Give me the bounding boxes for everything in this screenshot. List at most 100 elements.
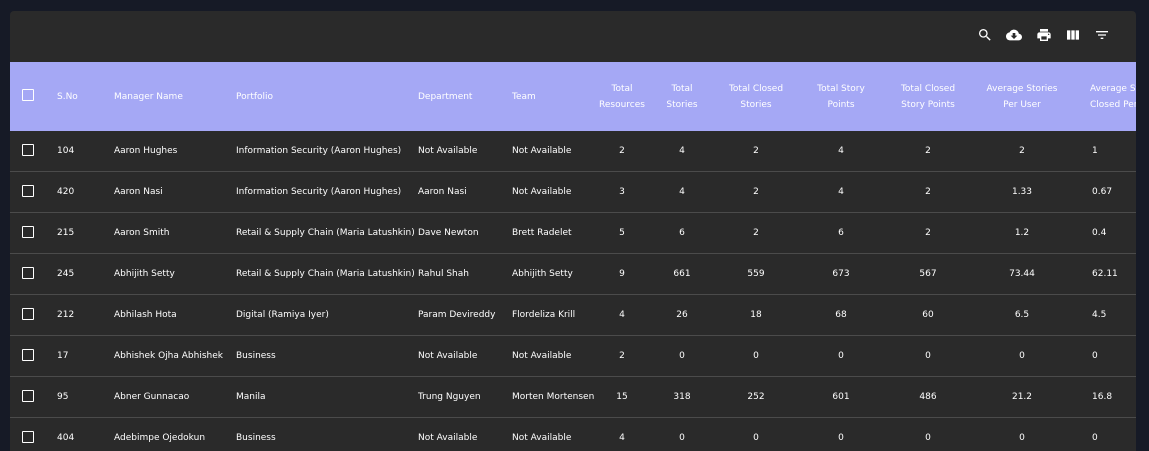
cell-total-closed-stories: 0: [753, 433, 759, 443]
table-row[interactable]: 17 Abhishek Ojha Abhishek Business Not A…: [10, 336, 1136, 377]
column-header-sno[interactable]: S.No: [57, 62, 78, 131]
cell-total-closed-story-points: 2: [925, 187, 931, 197]
table-row[interactable]: 212 Abhilash Hota Digital (Ramiya Iyer) …: [10, 295, 1136, 336]
cell-average-stories-closed-per-user: 16.8: [1092, 392, 1113, 402]
column-header-total-closed-stories[interactable]: Total Closed Stories: [722, 62, 790, 131]
column-header-total-story-points[interactable]: Total Story Points: [806, 62, 876, 131]
filter-list-icon: [1096, 31, 1108, 39]
cell-average-stories-per-user: 21.2: [1011, 392, 1033, 402]
cell-sno: 404: [57, 433, 75, 443]
cell-total-resources: 4: [619, 433, 625, 443]
cell-total-closed-story-points: 2: [925, 146, 931, 156]
filter-button[interactable]: [1092, 25, 1112, 45]
row-checkbox[interactable]: [22, 431, 34, 443]
cell-average-stories-closed-per-user: 0: [1092, 351, 1098, 361]
cell-average-stories-closed-per-user: 1: [1092, 146, 1098, 156]
view-columns-button[interactable]: [1063, 25, 1083, 45]
table-row[interactable]: 215 Aaron Smith Retail & Supply Chain (M…: [10, 213, 1136, 254]
cell-sno: 215: [57, 228, 75, 238]
cell-manager-name: Abhijith Setty: [114, 269, 175, 279]
cell-total-story-points: 601: [832, 392, 850, 402]
cell-average-stories-closed-per-user: 0: [1092, 433, 1098, 443]
cell-average-stories-closed-per-user: 0.4: [1092, 228, 1107, 238]
cell-average-stories-per-user: 6.5: [1014, 310, 1030, 320]
search-button[interactable]: [975, 25, 995, 45]
row-checkbox[interactable]: [22, 267, 34, 279]
cell-total-stories: 661: [673, 269, 691, 279]
column-header-average-stories-closed-per-user[interactable]: Average St Closed Per: [1090, 62, 1136, 131]
table-row[interactable]: 95 Abner Gunnacao Manila Trung Nguyen Mo…: [10, 377, 1136, 418]
cell-total-closed-stories: 2: [753, 228, 759, 238]
cell-total-stories: 4: [679, 187, 685, 197]
column-header-total-stories[interactable]: Total Stories: [658, 62, 706, 131]
cell-total-closed-story-points: 60: [922, 310, 934, 320]
row-checkbox[interactable]: [22, 308, 34, 320]
table-row[interactable]: 104 Aaron Hughes Information Security (A…: [10, 131, 1136, 172]
cell-team: Brett Radelet: [512, 228, 572, 238]
cell-total-resources: 4: [619, 310, 625, 320]
view-columns-icon: [1067, 30, 1079, 40]
table-toolbar: [10, 11, 1136, 62]
cell-total-closed-stories: 18: [750, 310, 762, 320]
cell-total-stories: 4: [679, 146, 685, 156]
select-all-checkbox[interactable]: [22, 89, 34, 101]
cell-total-story-points: 0: [838, 433, 844, 443]
cell-portfolio: Information Security (Aaron Hughes): [236, 187, 402, 197]
cell-manager-name: Abner Gunnacao: [114, 392, 190, 402]
cell-department: Not Available: [418, 351, 478, 361]
cell-total-closed-story-points: 0: [925, 433, 931, 443]
cell-total-closed-stories: 0: [753, 351, 759, 361]
cell-total-story-points: 673: [832, 269, 850, 279]
cell-team: Not Available: [512, 433, 572, 443]
cell-average-stories-per-user: 0: [1019, 351, 1025, 361]
cell-total-resources: 2: [619, 146, 625, 156]
cell-total-closed-stories: 559: [747, 269, 765, 279]
table-row[interactable]: 404 Adebimpe Ojedokun Business Not Avail…: [10, 418, 1136, 451]
download-button[interactable]: [1004, 25, 1024, 45]
column-header-team[interactable]: Team: [512, 62, 536, 131]
cell-total-stories: 26: [676, 310, 688, 320]
column-header-average-stories-per-user[interactable]: Average Stories Per User: [982, 62, 1062, 131]
data-grid: S.No Manager Name Portfolio Department T…: [10, 62, 1136, 451]
cell-team: Not Available: [512, 146, 572, 156]
row-checkbox[interactable]: [22, 185, 34, 197]
cell-sno: 245: [57, 269, 75, 279]
cell-manager-name: Adebimpe Ojedokun: [114, 433, 206, 443]
cell-total-closed-stories: 2: [753, 187, 759, 197]
table-row[interactable]: 245 Abhijith Setty Retail & Supply Chain…: [10, 254, 1136, 295]
cell-total-closed-story-points: 0: [925, 351, 931, 361]
cell-department: Rahul Shah: [418, 269, 469, 279]
cell-total-stories: 6: [679, 228, 685, 238]
column-header-department[interactable]: Department: [418, 62, 472, 131]
cell-manager-name: Abhishek Ojha Abhishek: [114, 351, 223, 361]
row-checkbox[interactable]: [22, 144, 34, 156]
cell-portfolio: Retail & Supply Chain (Maria Latushkin): [236, 269, 415, 279]
cell-department: Trung Nguyen: [418, 392, 481, 402]
cell-sno: 17: [57, 351, 69, 361]
cell-sno: 420: [57, 187, 75, 197]
cell-department: Not Available: [418, 433, 478, 443]
column-header-manager-name[interactable]: Manager Name: [114, 62, 183, 131]
cell-department: Not Available: [418, 146, 478, 156]
row-checkbox[interactable]: [22, 390, 34, 402]
cell-total-resources: 2: [619, 351, 625, 361]
column-header-total-closed-story-points[interactable]: Total Closed Story Points: [890, 62, 966, 131]
cell-sno: 95: [57, 392, 69, 402]
cell-total-story-points: 0: [838, 351, 844, 361]
cell-total-closed-stories: 252: [747, 392, 765, 402]
table-row[interactable]: 420 Aaron Nasi Information Security (Aar…: [10, 172, 1136, 213]
cell-manager-name: Aaron Smith: [114, 228, 170, 238]
cell-manager-name: Aaron Nasi: [114, 187, 163, 197]
cell-department: Dave Newton: [418, 228, 479, 238]
print-button[interactable]: [1034, 25, 1054, 45]
cell-manager-name: Aaron Hughes: [114, 146, 178, 156]
print-icon: [1037, 29, 1051, 41]
cell-team: Not Available: [512, 187, 572, 197]
cell-total-closed-stories: 2: [753, 146, 759, 156]
column-header-portfolio[interactable]: Portfolio: [236, 62, 273, 131]
column-header-total-resources[interactable]: Total Resources: [592, 62, 652, 131]
cell-average-stories-per-user: 0: [1019, 433, 1025, 443]
cell-total-resources: 3: [619, 187, 625, 197]
row-checkbox[interactable]: [22, 226, 34, 238]
row-checkbox[interactable]: [22, 349, 34, 361]
